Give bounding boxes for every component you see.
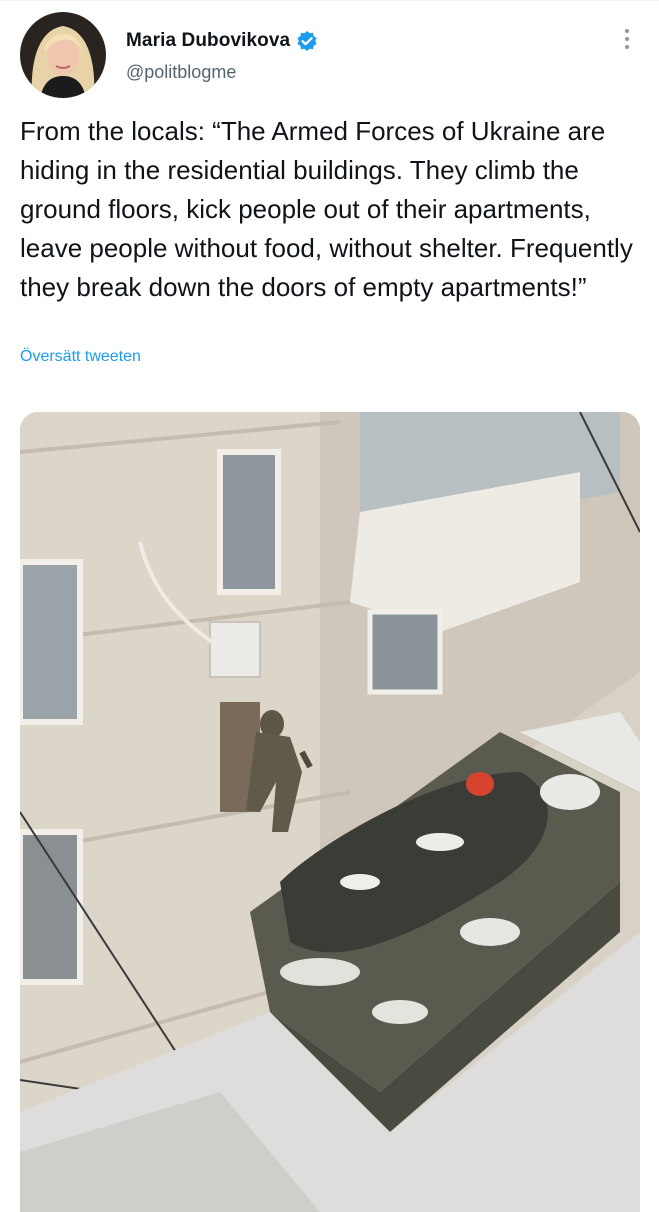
tweet-media-photo[interactable] <box>20 412 640 1212</box>
author-name[interactable]: Maria Dubovikova <box>126 30 290 52</box>
author-handle[interactable]: @politblogme <box>126 62 236 83</box>
tweet-text: From the locals: “The Armed Forces of Uk… <box>20 116 633 302</box>
top-divider <box>0 0 659 1</box>
author-name-row[interactable]: Maria Dubovikova <box>126 28 318 54</box>
more-options-icon[interactable] <box>610 22 644 56</box>
author-avatar[interactable] <box>20 12 106 98</box>
verified-badge-icon <box>296 30 318 52</box>
translate-tweet-link[interactable]: Översätt tweeten <box>20 348 141 366</box>
